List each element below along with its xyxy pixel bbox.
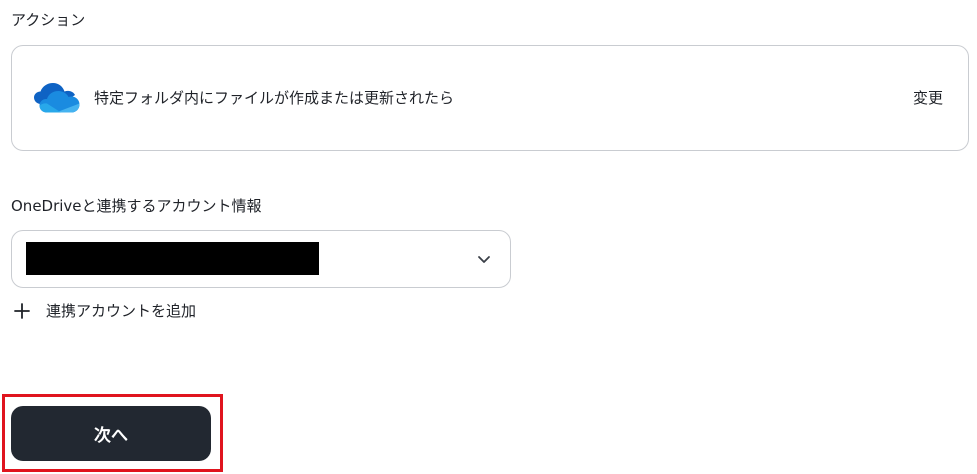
chevron-down-icon (476, 251, 492, 267)
next-button[interactable]: 次へ (11, 406, 211, 461)
action-card: 特定フォルダ内にファイルが作成または更新されたら 変更 (11, 45, 969, 151)
add-account-link[interactable]: 連携アカウントを追加 (14, 300, 196, 322)
onedrive-cloud-icon (33, 82, 81, 114)
change-action-link[interactable]: 変更 (913, 87, 943, 109)
action-section-label: アクション (11, 11, 86, 29)
account-section-label: OneDriveと連携するアカウント情報 (11, 197, 262, 215)
plus-icon (14, 303, 30, 319)
redacted-account-value (26, 242, 319, 275)
action-trigger-text: 特定フォルダ内にファイルが作成または更新されたら (94, 89, 455, 107)
account-select[interactable] (11, 230, 511, 288)
add-account-label: 連携アカウントを追加 (46, 302, 197, 320)
